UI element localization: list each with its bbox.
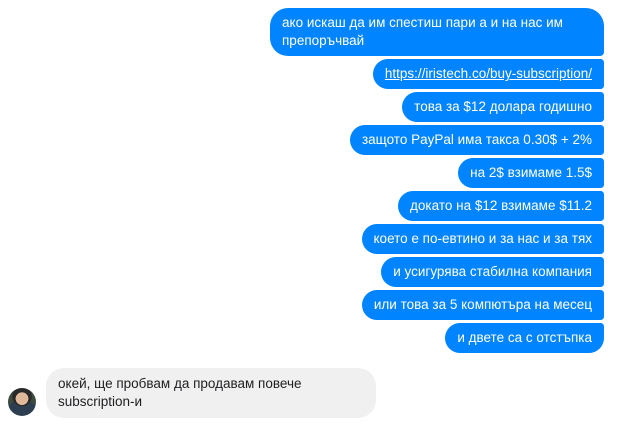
outgoing-message-link: https://iristech.co/buy-subscription/	[372, 59, 604, 89]
outgoing-message[interactable]: което е по-евтино и за нас и за тях	[361, 224, 604, 254]
outgoing-message[interactable]: това за $12 долара годишно	[402, 92, 604, 122]
outgoing-message[interactable]: на 2$ взимаме 1.5$	[458, 158, 604, 188]
outgoing-message[interactable]: защото PayPal има такса 0.30$ + 2%	[349, 125, 604, 155]
outgoing-message[interactable]: или това за 5 компютъра на месец	[361, 290, 604, 320]
avatar[interactable]	[8, 388, 36, 416]
incoming-message-row: окей, ще пробвам да продавам повече subs…	[8, 368, 376, 418]
chat-thread: ако искаш да им спестиш пари а и на нас …	[0, 0, 626, 425]
outgoing-message[interactable]: докато на $12 взимаме $11.2	[398, 191, 604, 221]
incoming-message[interactable]: окей, ще пробвам да продавам повече subs…	[46, 368, 376, 418]
outgoing-message[interactable]: и двете са с отстъпка	[445, 323, 604, 353]
subscription-link[interactable]: https://iristech.co/buy-subscription/	[385, 66, 592, 81]
outgoing-message-group: ако искаш да им спестиш пари а и на нас …	[270, 8, 604, 353]
outgoing-message[interactable]: ако искаш да им спестиш пари а и на нас …	[270, 8, 604, 56]
outgoing-message[interactable]: и усигурява стабилна компания	[381, 257, 604, 287]
